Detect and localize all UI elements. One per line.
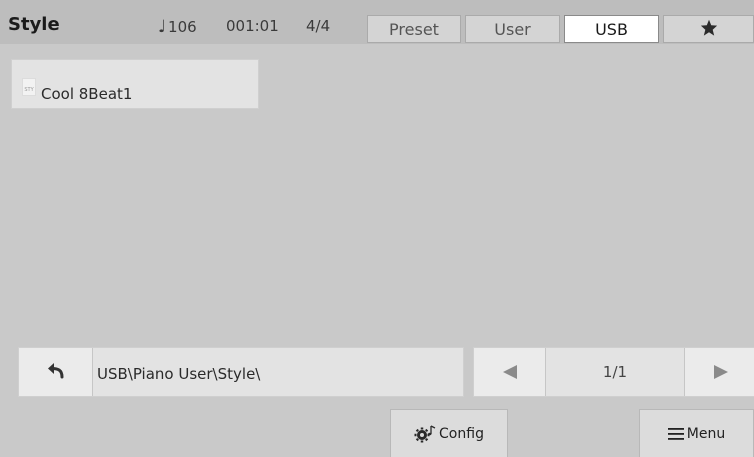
quarter-note-icon: ♩ [158, 17, 167, 37]
tab-label: Preset [389, 19, 439, 39]
page-indicator: 1/1 [602, 363, 628, 381]
pager: 1/1 [473, 347, 754, 397]
hamburger-icon [667, 427, 684, 441]
back-button[interactable] [19, 348, 93, 396]
tab-favorites[interactable] [663, 15, 754, 43]
tab-preset[interactable]: Preset [367, 15, 461, 43]
path-bar: USB\Piano User\Style\ [18, 347, 464, 397]
tab-usb[interactable]: USB [564, 15, 659, 43]
previous-page-button[interactable] [474, 348, 546, 396]
triangle-right-icon [713, 365, 728, 379]
tab-label: USB [595, 19, 628, 39]
menu-label: Menu [686, 425, 726, 442]
tempo-display[interactable]: ♩ 106 [158, 17, 197, 37]
style-file-icon: STY [22, 78, 36, 96]
tempo-value: 106 [168, 18, 197, 36]
page-title: Style [8, 14, 60, 35]
tab-label: User [494, 19, 531, 39]
current-path: USB\Piano User\Style\ [97, 365, 261, 383]
file-list-item[interactable]: STY Cool 8Beat1 [11, 59, 259, 109]
tab-user[interactable]: User [465, 15, 560, 43]
triangle-left-icon [502, 365, 517, 379]
time-signature-display: 4/4 [306, 17, 331, 35]
header-bar: Style ♩ 106 001:01 4/4 Preset User USB [0, 0, 754, 44]
measure-display: 001:01 [226, 17, 279, 35]
file-name: Cool 8Beat1 [41, 85, 133, 103]
star-icon [700, 19, 718, 40]
menu-button[interactable]: Menu [639, 409, 754, 457]
next-page-button[interactable] [684, 348, 754, 396]
config-label: Config [439, 425, 484, 442]
gear-note-icon [414, 424, 436, 443]
config-button[interactable]: Config [390, 409, 508, 457]
back-arrow-icon [46, 361, 66, 383]
